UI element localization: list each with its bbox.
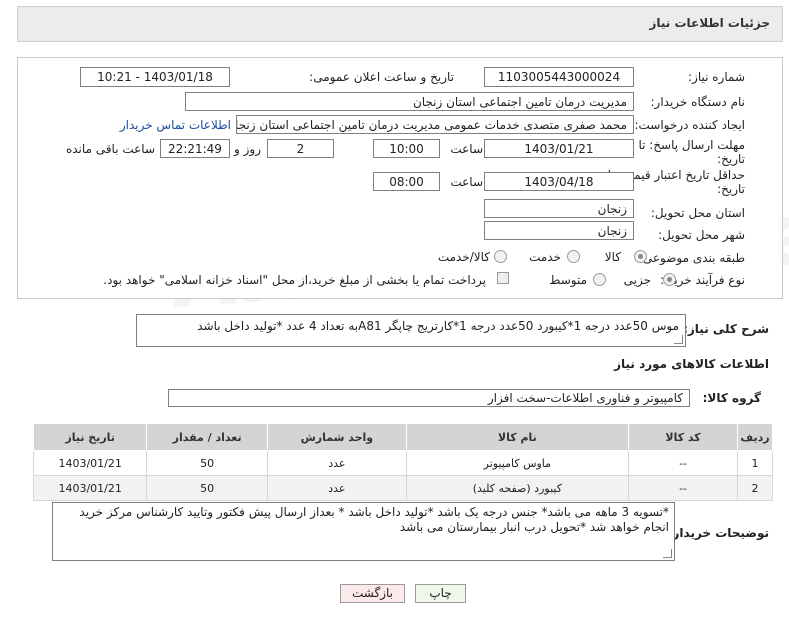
treasury-checkbox[interactable] — [497, 272, 509, 284]
description-label: شرح کلی نیاز: — [683, 322, 769, 336]
deadline-time-field[interactable]: 10:00 — [373, 139, 440, 158]
col-header-unit: واحد شمارش — [267, 423, 407, 451]
page-header: جزئیات اطلاعات نیاز — [17, 6, 783, 42]
cell-date: 1403/01/21 — [32, 450, 148, 476]
category-option-goods: کالا — [604, 250, 621, 264]
goods-group-field[interactable]: کامپیوتر و فناوری اطلاعات-سخت افزار — [168, 389, 690, 407]
table-header-row: ردیف کد کالا نام کالا واحد شمارش تعداد /… — [32, 423, 773, 451]
items-table: ردیف کد کالا نام کالا واحد شمارش تعداد /… — [32, 423, 773, 501]
deadline-label-line1: مهلت ارسال پاسخ: تا — [638, 138, 745, 152]
buyer-org-label: نام دستگاه خریدار: — [650, 95, 746, 109]
deadline-label-line2: تاریخ: — [717, 152, 745, 166]
need-number-field[interactable]: 1103005443000024 — [484, 67, 634, 87]
deadline-time-label: ساعت — [450, 142, 483, 156]
cell-quantity: 50 — [146, 475, 268, 501]
validity-time-field[interactable]: 08:00 — [373, 172, 440, 191]
goods-group-label: گروه کالا: — [702, 391, 761, 405]
city-field[interactable]: زنجان — [484, 221, 634, 240]
category-radio-goods[interactable] — [634, 250, 647, 263]
table-row: 2 -- کیبورد (صفحه کلید) عدد 50 1403/01/2… — [32, 475, 773, 501]
cell-date: 1403/01/21 — [32, 475, 148, 501]
requester-label: ایجاد کننده درخواست: — [634, 118, 745, 132]
purchase-option-minor: جزیی — [623, 273, 651, 287]
page-title: جزئیات اطلاعات نیاز — [649, 16, 770, 30]
col-header-quantity: تعداد / مقدار — [146, 423, 268, 451]
buyer-notes-label: توضیحات خریدار: — [667, 526, 769, 540]
buyer-org-field[interactable]: مدیریت درمان تامین اجتماعی استان زنجان — [185, 92, 634, 111]
purchase-option-medium: متوسط — [549, 273, 587, 287]
deadline-date-field[interactable]: 1403/01/21 — [484, 139, 634, 158]
category-radio-goods-service[interactable] — [494, 250, 507, 263]
validity-date-field[interactable]: 1403/04/18 — [484, 172, 634, 191]
deadline-days-field[interactable]: 2 — [267, 139, 334, 158]
resize-handle-icon[interactable] — [663, 549, 672, 558]
announce-datetime-field[interactable]: 1403/01/18 - 10:21 — [80, 67, 230, 87]
validity-time-label: ساعت — [450, 175, 483, 189]
goods-section-title: اطلاعات کالاهای مورد نیاز — [614, 357, 769, 371]
cell-code: -- — [628, 450, 739, 476]
resize-handle-icon[interactable] — [674, 335, 683, 344]
description-text: موس 50عدد درجه 1*کیبورد 50عدد درجه 1*کار… — [197, 319, 679, 333]
cell-name: کیبورد (صفحه کلید) — [405, 475, 630, 501]
col-header-name: نام کالا — [405, 423, 630, 451]
requester-field[interactable]: محمد صفری متصدی خدمات عمومی مدیریت درمان… — [236, 115, 634, 134]
deadline-remaining-field[interactable]: 22:21:49 — [160, 139, 230, 158]
col-header-row-number: ردیف — [737, 423, 773, 451]
category-option-goods-service: کالا/خدمت — [437, 250, 490, 264]
cell-code: -- — [628, 475, 739, 501]
category-option-service: خدمت — [529, 250, 561, 264]
back-button[interactable]: بازگشت — [340, 584, 405, 603]
print-button[interactable]: چاپ — [415, 584, 466, 603]
need-number-label: شماره نیاز: — [688, 70, 745, 84]
cell-row-number: 1 — [737, 450, 773, 476]
cell-unit: عدد — [267, 450, 407, 476]
city-label: شهر محل تحویل: — [658, 228, 745, 242]
buyer-contact-link[interactable]: اطلاعات تماس خریدار — [120, 118, 231, 132]
description-textarea[interactable]: موس 50عدد درجه 1*کیبورد 50عدد درجه 1*کار… — [136, 314, 686, 347]
category-radio-service[interactable] — [567, 250, 580, 263]
cell-name: ماوس کامپیوتر — [405, 450, 630, 476]
cell-quantity: 50 — [146, 450, 268, 476]
col-header-code: کد کالا — [628, 423, 739, 451]
province-label: استان محل تحویل: — [650, 206, 745, 220]
buyer-notes-text: *تسویه 3 ماهه می باشد* جنس درجه یک باشد … — [79, 505, 669, 534]
table-row: 1 -- ماوس کامپیوتر عدد 50 1403/01/21 — [32, 450, 773, 476]
treasury-note: پرداخت تمام یا بخشی از مبلغ خرید،از محل … — [103, 273, 486, 287]
category-label: طبقه بندی موضوعی: — [638, 251, 745, 265]
announce-datetime-label: تاریخ و ساعت اعلان عمومی: — [309, 70, 454, 84]
deadline-remaining-label: ساعت باقی مانده — [65, 142, 155, 156]
purchase-radio-medium[interactable] — [593, 273, 606, 286]
purchase-radio-minor[interactable] — [663, 273, 676, 286]
buyer-notes-textarea[interactable]: *تسویه 3 ماهه می باشد* جنس درجه یک باشد … — [52, 502, 675, 561]
validity-label-line2: تاریخ: — [717, 182, 745, 196]
province-field[interactable]: زنجان — [484, 199, 634, 218]
col-header-date: تاریخ نیاز — [32, 423, 148, 451]
cell-row-number: 2 — [737, 475, 773, 501]
cell-unit: عدد — [267, 475, 407, 501]
deadline-days-label: روز و — [234, 142, 261, 156]
items-table-wrapper: ردیف کد کالا نام کالا واحد شمارش تعداد /… — [32, 423, 773, 501]
